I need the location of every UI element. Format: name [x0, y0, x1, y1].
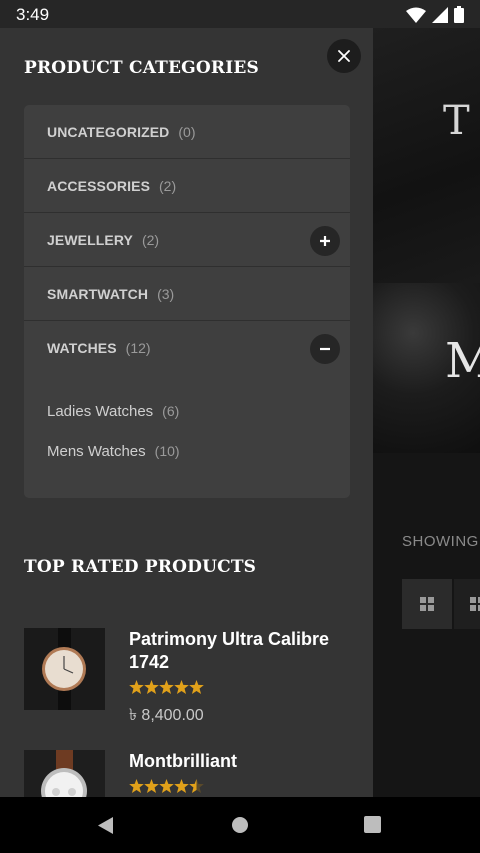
star-icon: [174, 779, 189, 793]
signal-icon: [432, 6, 448, 23]
subcategory-ladies-watches[interactable]: Ladies Watches (6): [24, 391, 350, 431]
half-star-icon: [189, 779, 204, 793]
back-icon[interactable]: [97, 816, 115, 835]
status-time: 3:49: [16, 5, 50, 24]
subcategory-count: (6): [162, 403, 180, 419]
product-price: ৳ 8,400.00: [129, 707, 204, 724]
star-icon: [144, 779, 159, 793]
status-bar: 3:49: [0, 0, 480, 28]
hero-heading: T: [443, 98, 470, 144]
star-icon: [159, 680, 174, 694]
battery-icon: [454, 6, 464, 23]
subcategory-mens-watches[interactable]: Mens Watches (10): [24, 431, 350, 471]
category-name: WATCHES: [47, 340, 117, 356]
category-count: (2): [159, 177, 177, 194]
category-jewellery[interactable]: JEWELLERY (2): [24, 213, 350, 267]
star-icon: [189, 680, 204, 694]
category-count: (3): [157, 285, 175, 302]
hero-banner: [373, 28, 480, 283]
category-accessories[interactable]: ACCESSORIES (2): [24, 159, 350, 213]
category-watches[interactable]: WATCHES (12): [24, 321, 350, 375]
product-item[interactable]: Patrimony Ultra Calibre 1742 ৳ 8,400.00: [24, 628, 354, 724]
category-name: UNCATEGORIZED: [47, 123, 170, 140]
subcategory-name: Mens Watches: [47, 442, 146, 460]
recents-icon[interactable]: [364, 816, 381, 833]
star-icon: [129, 680, 144, 694]
product-name[interactable]: Patrimony Ultra Calibre 1742: [129, 628, 349, 674]
close-icon: [338, 50, 350, 62]
star-icon: [129, 779, 144, 793]
category-name: JEWELLERY: [47, 231, 133, 248]
product-image[interactable]: [24, 750, 105, 797]
subcategory-name: Ladies Watches: [47, 402, 154, 420]
product-image[interactable]: [24, 628, 105, 710]
category-uncategorized[interactable]: UNCATEGORIZED (0): [24, 105, 350, 159]
top-rated-title: TOP RATED PRODUCTS: [24, 557, 257, 577]
categories-title: PRODUCT CATEGORIES: [24, 58, 260, 78]
rating-stars: [129, 680, 204, 694]
category-count: (12): [125, 340, 151, 356]
side-drawer: PRODUCT CATEGORIES UNCATEGORIZED (0) ACC…: [0, 28, 373, 797]
product-name[interactable]: Montbrilliant: [129, 750, 349, 773]
list-view-icon[interactable]: [454, 579, 480, 629]
expand-button[interactable]: [310, 226, 340, 256]
plus-icon: [320, 236, 330, 246]
category-count: (2): [141, 231, 160, 248]
home-icon[interactable]: [231, 816, 249, 834]
banner-heading: M: [445, 333, 480, 389]
category-name: ACCESSORIES: [47, 177, 151, 194]
star-icon: [159, 779, 174, 793]
product-item[interactable]: Montbrilliant: [24, 750, 354, 797]
collapse-button[interactable]: [310, 334, 340, 364]
close-button[interactable]: [327, 39, 361, 73]
category-count: (0): [178, 123, 196, 140]
star-icon: [144, 680, 159, 694]
star-icon: [174, 680, 189, 694]
rating-stars: [129, 779, 204, 793]
category-name: SMARTWATCH: [47, 285, 149, 302]
minus-icon: [320, 347, 330, 351]
subcategory-count: (10): [154, 443, 180, 459]
grid-view-icon[interactable]: [402, 579, 452, 629]
category-smartwatch[interactable]: SMARTWATCH (3): [24, 267, 350, 321]
results-count: SHOWING: [402, 533, 479, 550]
categories-panel: UNCATEGORIZED (0) ACCESSORIES (2) JEWELL…: [24, 105, 350, 498]
background-page: T M SHOWING: [373, 28, 480, 797]
navigation-bar: [0, 797, 480, 853]
wifi-icon: [406, 7, 426, 23]
